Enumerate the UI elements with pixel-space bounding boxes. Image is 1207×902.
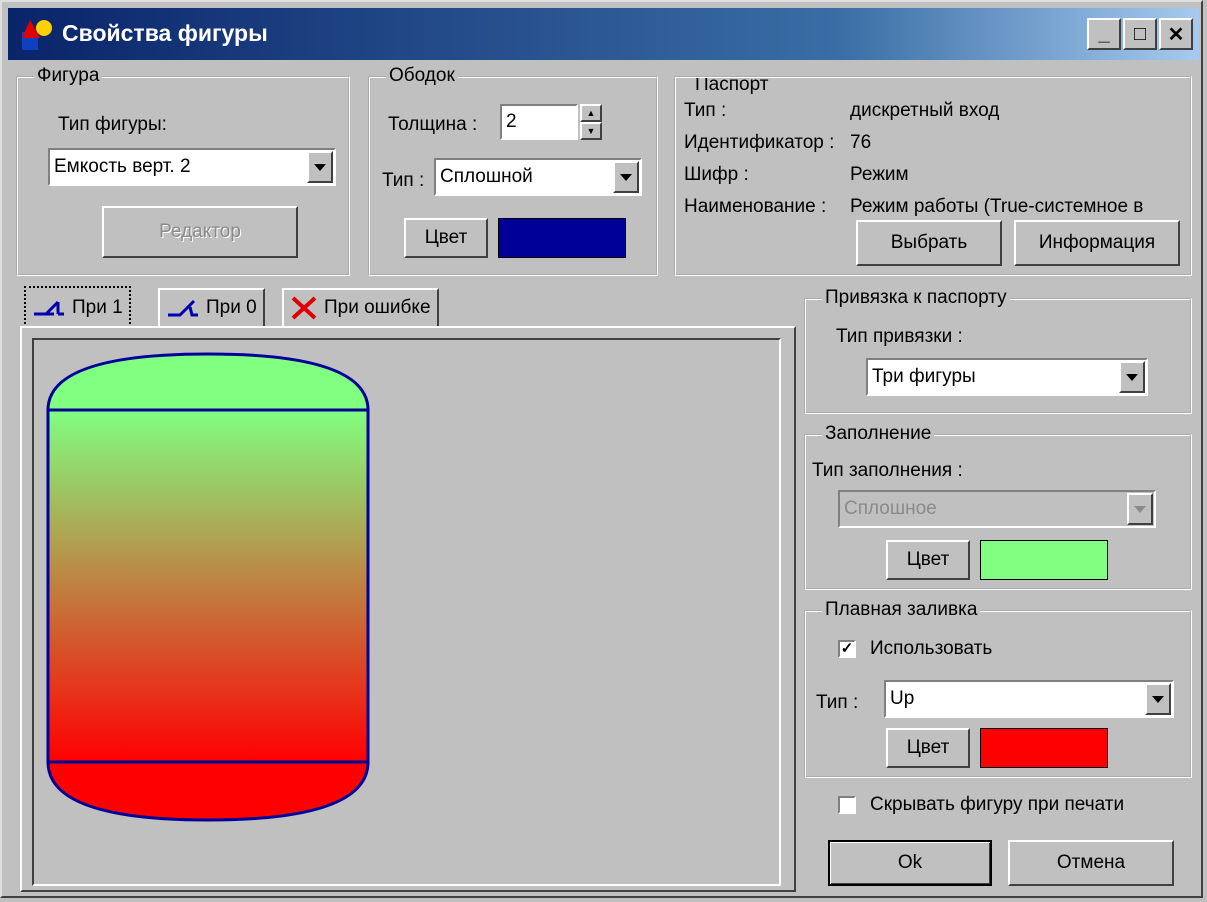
fill-type-select[interactable]: Сплошное bbox=[838, 490, 1156, 528]
tab-off[interactable]: При 0 bbox=[158, 288, 265, 326]
red-x-icon bbox=[291, 296, 317, 320]
shapes-app-icon bbox=[22, 20, 52, 50]
tab-off-label: При 0 bbox=[206, 297, 257, 318]
fill-color-swatch bbox=[980, 540, 1108, 580]
hide-print-label: Скрывать фигуру при печати bbox=[870, 794, 1125, 815]
passport-group-title: Паспорт bbox=[692, 78, 772, 96]
vessel-preview bbox=[46, 352, 370, 822]
passport-id-label: Идентификатор : bbox=[684, 132, 835, 153]
passport-code-label: Шифр : bbox=[684, 164, 749, 185]
chevron-down-icon[interactable] bbox=[1145, 683, 1171, 715]
binding-type-value: Три фигуры bbox=[872, 366, 976, 387]
border-color-swatch bbox=[498, 218, 626, 258]
chevron-down-icon[interactable] bbox=[613, 161, 639, 193]
figure-type-value: Емкость верт. 2 bbox=[54, 156, 191, 177]
tab-on-label: При 1 bbox=[72, 297, 123, 318]
binding-group-title: Привязка к паспорту bbox=[822, 287, 1010, 309]
use-gradient-label: Использовать bbox=[870, 638, 993, 659]
figure-group: Фигура Тип фигуры: Емкость верт. 2 Редак… bbox=[16, 65, 350, 276]
minimize-button[interactable]: _ bbox=[1087, 18, 1121, 50]
title-bar[interactable]: Свойства фигуры _ □ ✕ bbox=[8, 8, 1199, 60]
border-color-button[interactable]: Цвет bbox=[404, 218, 488, 258]
binding-type-select[interactable]: Три фигуры bbox=[866, 358, 1148, 396]
passport-code-value: Режим bbox=[850, 164, 909, 185]
gradient-group-title: Плавная заливка bbox=[822, 599, 981, 621]
gradient-type-select[interactable]: Up bbox=[884, 680, 1174, 718]
select-button[interactable]: Выбрать bbox=[856, 220, 1002, 266]
use-gradient-checkbox[interactable]: ✓ bbox=[838, 640, 856, 658]
border-type-select[interactable]: Сплошной bbox=[434, 158, 642, 196]
hide-print-checkbox[interactable] bbox=[838, 796, 856, 814]
window-title: Свойства фигуры bbox=[62, 20, 268, 46]
spin-up-button[interactable]: ▲ bbox=[580, 104, 602, 122]
border-group: Ободок Толщина : 2 ▲ ▼ Тип : Сплошной Цв… bbox=[368, 65, 658, 276]
spin-down-button[interactable]: ▼ bbox=[580, 122, 602, 140]
figure-type-select[interactable]: Емкость верт. 2 bbox=[48, 148, 336, 186]
fill-group-title: Заполнение bbox=[822, 423, 935, 445]
gradient-type-label: Тип : bbox=[816, 692, 859, 713]
chevron-down-icon[interactable] bbox=[1119, 361, 1145, 393]
fill-color-button[interactable]: Цвет bbox=[886, 540, 970, 580]
fill-type-label: Тип заполнения : bbox=[812, 460, 963, 481]
binding-type-label: Тип привязки : bbox=[836, 326, 963, 347]
close-button[interactable]: ✕ bbox=[1159, 18, 1193, 50]
border-type-value: Сплошной bbox=[440, 166, 533, 187]
figure-type-label: Тип фигуры: bbox=[58, 114, 167, 135]
switch-on-icon bbox=[34, 300, 64, 316]
passport-type-label: Тип : bbox=[684, 100, 727, 121]
border-group-title: Ободок bbox=[386, 65, 458, 87]
fill-type-value: Сплошное bbox=[844, 498, 937, 519]
passport-id-value: 76 bbox=[850, 132, 872, 153]
chevron-down-icon[interactable] bbox=[307, 151, 333, 183]
maximize-button[interactable]: □ bbox=[1123, 18, 1157, 50]
gradient-type-value: Up bbox=[890, 688, 915, 709]
thickness-label: Толщина : bbox=[388, 114, 478, 135]
thickness-value: 2 bbox=[506, 111, 517, 132]
chevron-down-icon[interactable] bbox=[1127, 493, 1153, 525]
gradient-color-button[interactable]: Цвет bbox=[886, 728, 970, 768]
properties-dialog: Свойства фигуры _ □ ✕ Фигура Тип фигуры:… bbox=[0, 0, 1203, 898]
cancel-button[interactable]: Отмена bbox=[1008, 840, 1174, 886]
passport-group: Паспорт Тип : дискретный вход Идентифика… bbox=[674, 76, 1192, 276]
tab-error-label: При ошибке bbox=[324, 297, 431, 318]
info-button[interactable]: Информация bbox=[1014, 220, 1180, 266]
editor-button[interactable]: Редактор bbox=[102, 206, 298, 258]
passport-name-value: Режим работы (True-системное в bbox=[850, 196, 1144, 217]
fill-group: Заполнение Тип заполнения : Сплошное Цве… bbox=[804, 423, 1192, 590]
gradient-group: Плавная заливка ✓ Использовать Тип : Up … bbox=[804, 599, 1192, 778]
switch-off-icon bbox=[168, 299, 198, 317]
preview-canvas bbox=[32, 338, 781, 886]
passport-name-label: Наименование : bbox=[684, 196, 827, 217]
tab-on[interactable]: При 1 bbox=[24, 286, 131, 328]
thickness-input[interactable]: 2 bbox=[500, 104, 578, 140]
tab-error[interactable]: При ошибке bbox=[282, 288, 439, 326]
passport-type-value: дискретный вход bbox=[850, 100, 1000, 121]
binding-group: Привязка к паспорту Тип привязки : Три ф… bbox=[804, 287, 1192, 414]
border-type-label: Тип : bbox=[382, 170, 425, 191]
gradient-color-swatch bbox=[980, 728, 1108, 768]
ok-button[interactable]: Ok bbox=[828, 840, 992, 886]
figure-group-title: Фигура bbox=[34, 65, 103, 87]
